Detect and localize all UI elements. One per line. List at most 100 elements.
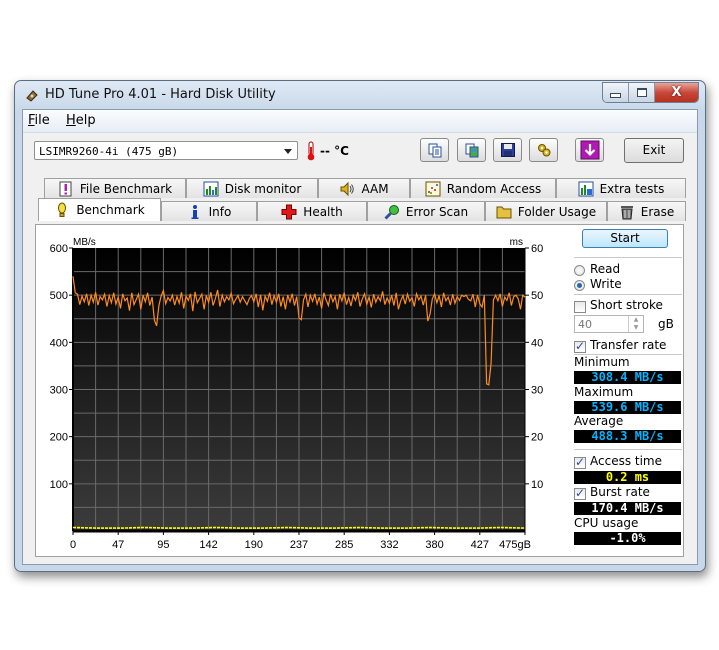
short-stroke-stepper[interactable]: 40 ▲ ▼ [574,315,644,333]
short-stroke-label: Short stroke [590,298,663,312]
x-tick-label: 142 [199,539,217,551]
tab-erase[interactable]: Erase [607,201,686,221]
transfer-rate-checkbox[interactable] [574,339,586,353]
y-right-tick-label: 60 [531,243,543,255]
y-left-axis-label: MB/s [73,237,96,248]
copy-text-button[interactable] [420,138,449,162]
caption-buttons: X [602,82,699,103]
tab-aam[interactable]: AAM [318,178,410,198]
title-bar[interactable]: HD Tune Pro 4.01 - Hard Disk Utility X [15,81,705,109]
minimize-button[interactable] [603,83,629,102]
menu-file-rest: ile [34,113,50,128]
control-sidebar: Start Read Write Short stroke 40 ▲▼ gB T… [566,225,684,556]
y-right-tick-label: 20 [531,432,543,444]
x-tick-label: 380 [425,539,443,551]
app-icon [26,90,38,102]
burst-rate-checkbox[interactable] [574,486,586,500]
y-right-tick-label: 40 [531,337,543,349]
tab-error-scan[interactable]: Error Scan [367,201,485,221]
write-radio[interactable] [574,280,585,291]
burst-rate-value: 170.4 MB/s [574,502,681,515]
access-time-value: 0.2 ms [574,471,681,484]
download-icon [580,140,599,160]
copy-screenshot-icon [465,143,478,158]
health-icon [281,204,297,219]
read-label: Read [590,262,621,276]
short-stroke-unit: gB [658,317,674,331]
y-left-tick-label: 500 [50,290,68,302]
tab-file-benchmark-label: File Benchmark [79,181,173,196]
options-icon [537,144,550,157]
minimum-value: 308.4 MB/s [574,371,681,384]
exit-button[interactable]: Exit [624,138,684,163]
save-button[interactable] [493,138,522,162]
drive-select[interactable]: LSIMR9260-4i (475 gB) [34,141,298,160]
write-label: Write [590,277,622,291]
copy-screenshot-button[interactable] [457,138,486,162]
window-title: HD Tune Pro 4.01 - Hard Disk Utility [45,87,276,102]
close-button[interactable]: X [655,83,698,102]
short-stroke-checkbox[interactable] [574,301,586,313]
benchmark-panel: 600 500 400 300 200 100 60 50 40 30 20 10 0 47 95 142 19… [35,224,684,557]
tab-benchmark-label: Benchmark [76,203,145,217]
x-tick-label: 332 [380,539,398,551]
trash-icon [620,205,633,219]
y-right-tick-label: 10 [531,479,543,491]
maximum-label: Maximum [574,385,634,399]
close-icon: X [671,85,682,100]
tab-random-access[interactable]: Random Access [410,178,556,198]
info-icon [191,204,199,219]
divider [574,257,682,258]
x-tick-label: 190 [245,539,263,551]
tab-error-scan-label: Error Scan [405,204,469,219]
chevron-down-icon [284,149,292,154]
benchmark-icon [58,202,67,217]
tab-folder-usage-label: Folder Usage [517,204,597,219]
access-time-label: Access time [590,454,663,468]
tab-disk-monitor[interactable]: Disk monitor [186,178,318,198]
tab-file-benchmark[interactable]: File Benchmark [44,178,186,198]
access-time-checkbox[interactable] [574,455,586,469]
tab-random-access-label: Random Access [446,181,542,196]
app-window: HD Tune Pro 4.01 - Hard Disk Utility X F… [14,80,706,572]
menu-help-accel: H [66,113,76,128]
y-left-tick-label: 300 [50,385,68,397]
transfer-rate-label: Transfer rate [590,338,667,352]
tab-benchmark[interactable]: Benchmark [38,198,161,221]
maximize-button[interactable] [629,83,655,102]
spin-arrows-icon[interactable]: ▲ ▼ [628,316,643,332]
start-button[interactable]: Start [582,229,668,248]
tab-extra-tests[interactable]: Extra tests [556,178,686,198]
disk-monitor-icon [203,181,219,196]
tab-folder-usage[interactable]: Folder Usage [485,201,607,221]
file-benchmark-icon [59,181,72,196]
options-button[interactable] [529,138,558,162]
x-tick-label: 237 [290,539,308,551]
menu-help[interactable]: Help [66,113,96,128]
tab-health[interactable]: Health [257,201,367,221]
save-icon [500,143,515,157]
copy-text-icon [428,143,441,158]
tab-disk-monitor-label: Disk monitor [224,181,302,196]
client-area: File Help LSIMR9260-4i (475 gB) -- °C Ex… [22,109,698,565]
tab-info-label: Info [208,204,232,219]
cpu-usage-value: -1.0% [574,532,681,545]
tab-info[interactable]: Info [161,201,257,221]
menu-file[interactable]: File [28,113,50,128]
minimize-icon [610,92,621,98]
read-radio[interactable] [574,265,585,276]
tab-erase-label: Erase [640,204,675,219]
x-tick-label: 475gB [499,539,531,551]
menu-bar: File Help [23,110,697,133]
burst-rate-label: Burst rate [590,485,650,499]
y-left-tick-label: 400 [50,337,68,349]
speaker-icon [340,181,355,196]
download-button[interactable] [575,138,604,162]
folder-icon [496,206,512,218]
x-tick-label: 47 [112,539,124,551]
short-stroke-value: 40 [578,318,592,331]
random-access-icon [425,181,441,196]
benchmark-chart: 6005004003002001006050403020100 47 95 142 19… [50,237,544,551]
maximize-icon [636,88,647,97]
x-tick-label: 427 [471,539,489,551]
